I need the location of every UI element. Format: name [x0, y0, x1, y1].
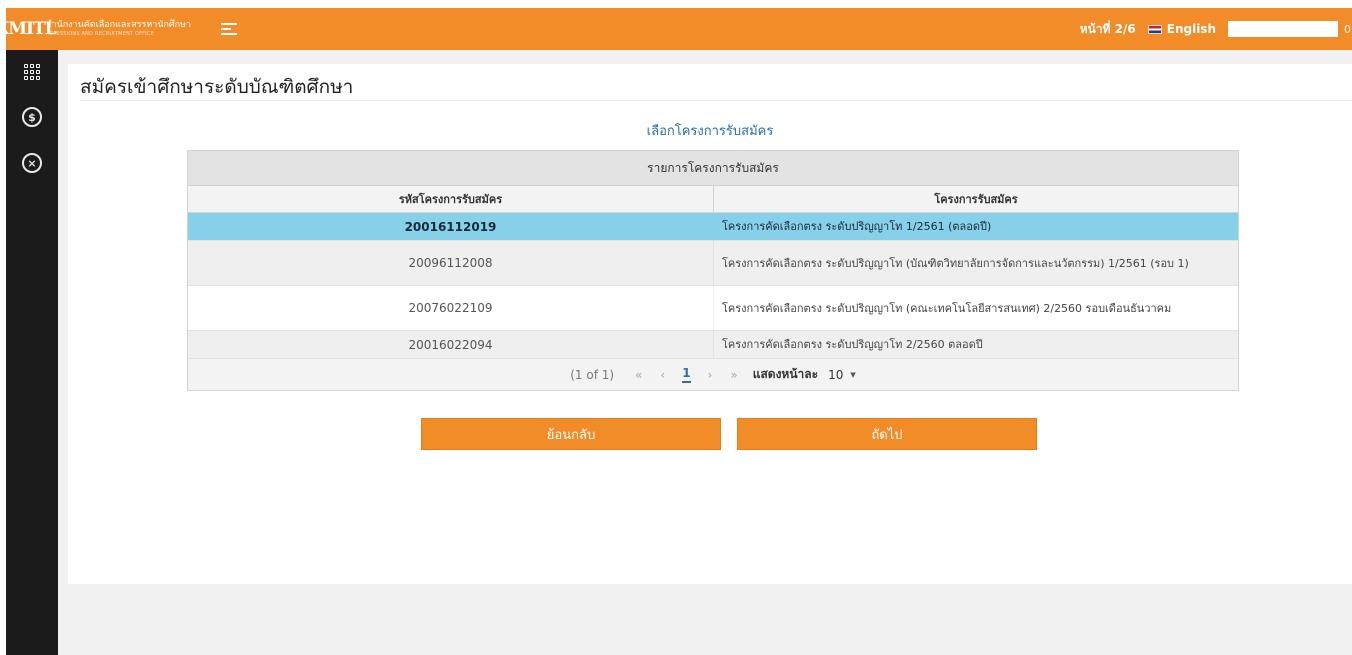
row-program: โครงการคัดเลือกตรง ระดับปริญญาโท (บัณฑิต… — [722, 256, 1189, 270]
paginator: (1 of 1) « ‹ 1 › » แสดงหน้าละ 10 ▼ — [188, 359, 1238, 390]
next-button[interactable]: ถัดไป — [737, 418, 1037, 450]
grid-icon — [24, 64, 40, 80]
prev-page-icon[interactable]: ‹ — [660, 368, 665, 382]
table-row[interactable]: 20016022094 โครงการคัดเลือกตรง ระดับปริญ… — [188, 331, 1238, 359]
rows-per-page-value: 10 — [828, 367, 844, 382]
next-page-icon[interactable]: › — [708, 368, 713, 382]
back-button[interactable]: ย้อนกลับ — [421, 418, 721, 450]
column-header-program[interactable]: โครงการรับสมัคร — [714, 186, 1238, 212]
row-program: โครงการคัดเลือกตรง ระดับปริญญาโท 2/2560 … — [722, 338, 983, 351]
sidebar-item-payment[interactable]: $ — [6, 94, 58, 140]
last-page-icon[interactable]: » — [730, 368, 737, 382]
row-code: 20016022094 — [188, 331, 714, 358]
first-page-icon[interactable]: « — [635, 368, 642, 382]
menu-line — [221, 33, 238, 35]
table-header: รหัสโครงการรับสมัคร โครงการรับสมัคร — [188, 186, 1238, 213]
chevron-down-icon: ▼ — [850, 370, 856, 379]
column-header-code[interactable]: รหัสโครงการรับสมัคร — [188, 186, 714, 212]
row-code: 20076022109 — [188, 286, 714, 330]
table-caption: รายการโครงการรับสมัคร — [188, 151, 1238, 186]
sidebar: $ × — [6, 50, 58, 655]
page-indicator: หน้าที่ 2/6 — [1079, 21, 1136, 36]
table-row[interactable]: 20016112019 โครงการคัดเลือกตรง ระดับปริญ… — [188, 213, 1238, 241]
program-table: รายการโครงการรับสมัคร รหัสโครงการรับสมัค… — [187, 150, 1239, 391]
top-bar-right: หน้าที่ 2/6 English 0 — [1080, 8, 1352, 50]
flag-icon[interactable] — [1147, 24, 1162, 34]
org-name: สำนักงานคัดเลือกและสรรหานักศึกษา ADMISSI… — [46, 20, 191, 38]
currency-icon: $ — [22, 107, 42, 127]
org-name-en: ADMISSIONS AND RECRUITMENT OFFICE — [46, 31, 154, 37]
kmitl-logo: KMITL — [0, 19, 57, 39]
user-name-box — [1228, 21, 1338, 37]
title-divider — [80, 100, 1352, 101]
row-code: 20016112019 — [188, 213, 714, 240]
menu-line — [221, 28, 232, 30]
close-circle-icon: × — [22, 153, 42, 173]
rows-per-page-select[interactable]: 10 ▼ — [828, 368, 856, 382]
rows-per-page-label: แสดงหน้าละ — [752, 367, 819, 381]
language-switch[interactable]: English — [1167, 22, 1216, 36]
row-program: โครงการคัดเลือกตรง ระดับปริญญาโท 1/2561 … — [722, 220, 992, 233]
paginator-status: (1 of 1) — [570, 367, 615, 382]
section-heading[interactable]: เลือกโครงการรับสมัคร — [500, 120, 920, 141]
org-name-th: สำนักงานคัดเลือกและสรรหานักศึกษา — [46, 20, 192, 30]
menu-line — [221, 23, 238, 25]
sidebar-item-logout[interactable]: × — [6, 140, 58, 186]
row-code: 20096112008 — [188, 241, 714, 285]
sidebar-item-menu[interactable] — [6, 50, 58, 94]
user-extra-text: 0 — [1344, 22, 1351, 36]
page-title: สมัครเข้าศึกษาระดับบัณฑิตศึกษา — [80, 76, 354, 98]
menu-toggle-icon[interactable] — [221, 21, 238, 37]
row-program: โครงการคัดเลือกตรง ระดับปริญญาโท (คณะเทค… — [722, 301, 1172, 315]
table-row[interactable]: 20076022109 โครงการคัดเลือกตรง ระดับปริญ… — [188, 286, 1238, 331]
page-number[interactable]: 1 — [682, 366, 691, 383]
table-row[interactable]: 20096112008 โครงการคัดเลือกตรง ระดับปริญ… — [188, 241, 1238, 286]
top-bar: KMITL สำนักงานคัดเลือกและสรรหานักศึกษา A… — [0, 8, 1352, 50]
